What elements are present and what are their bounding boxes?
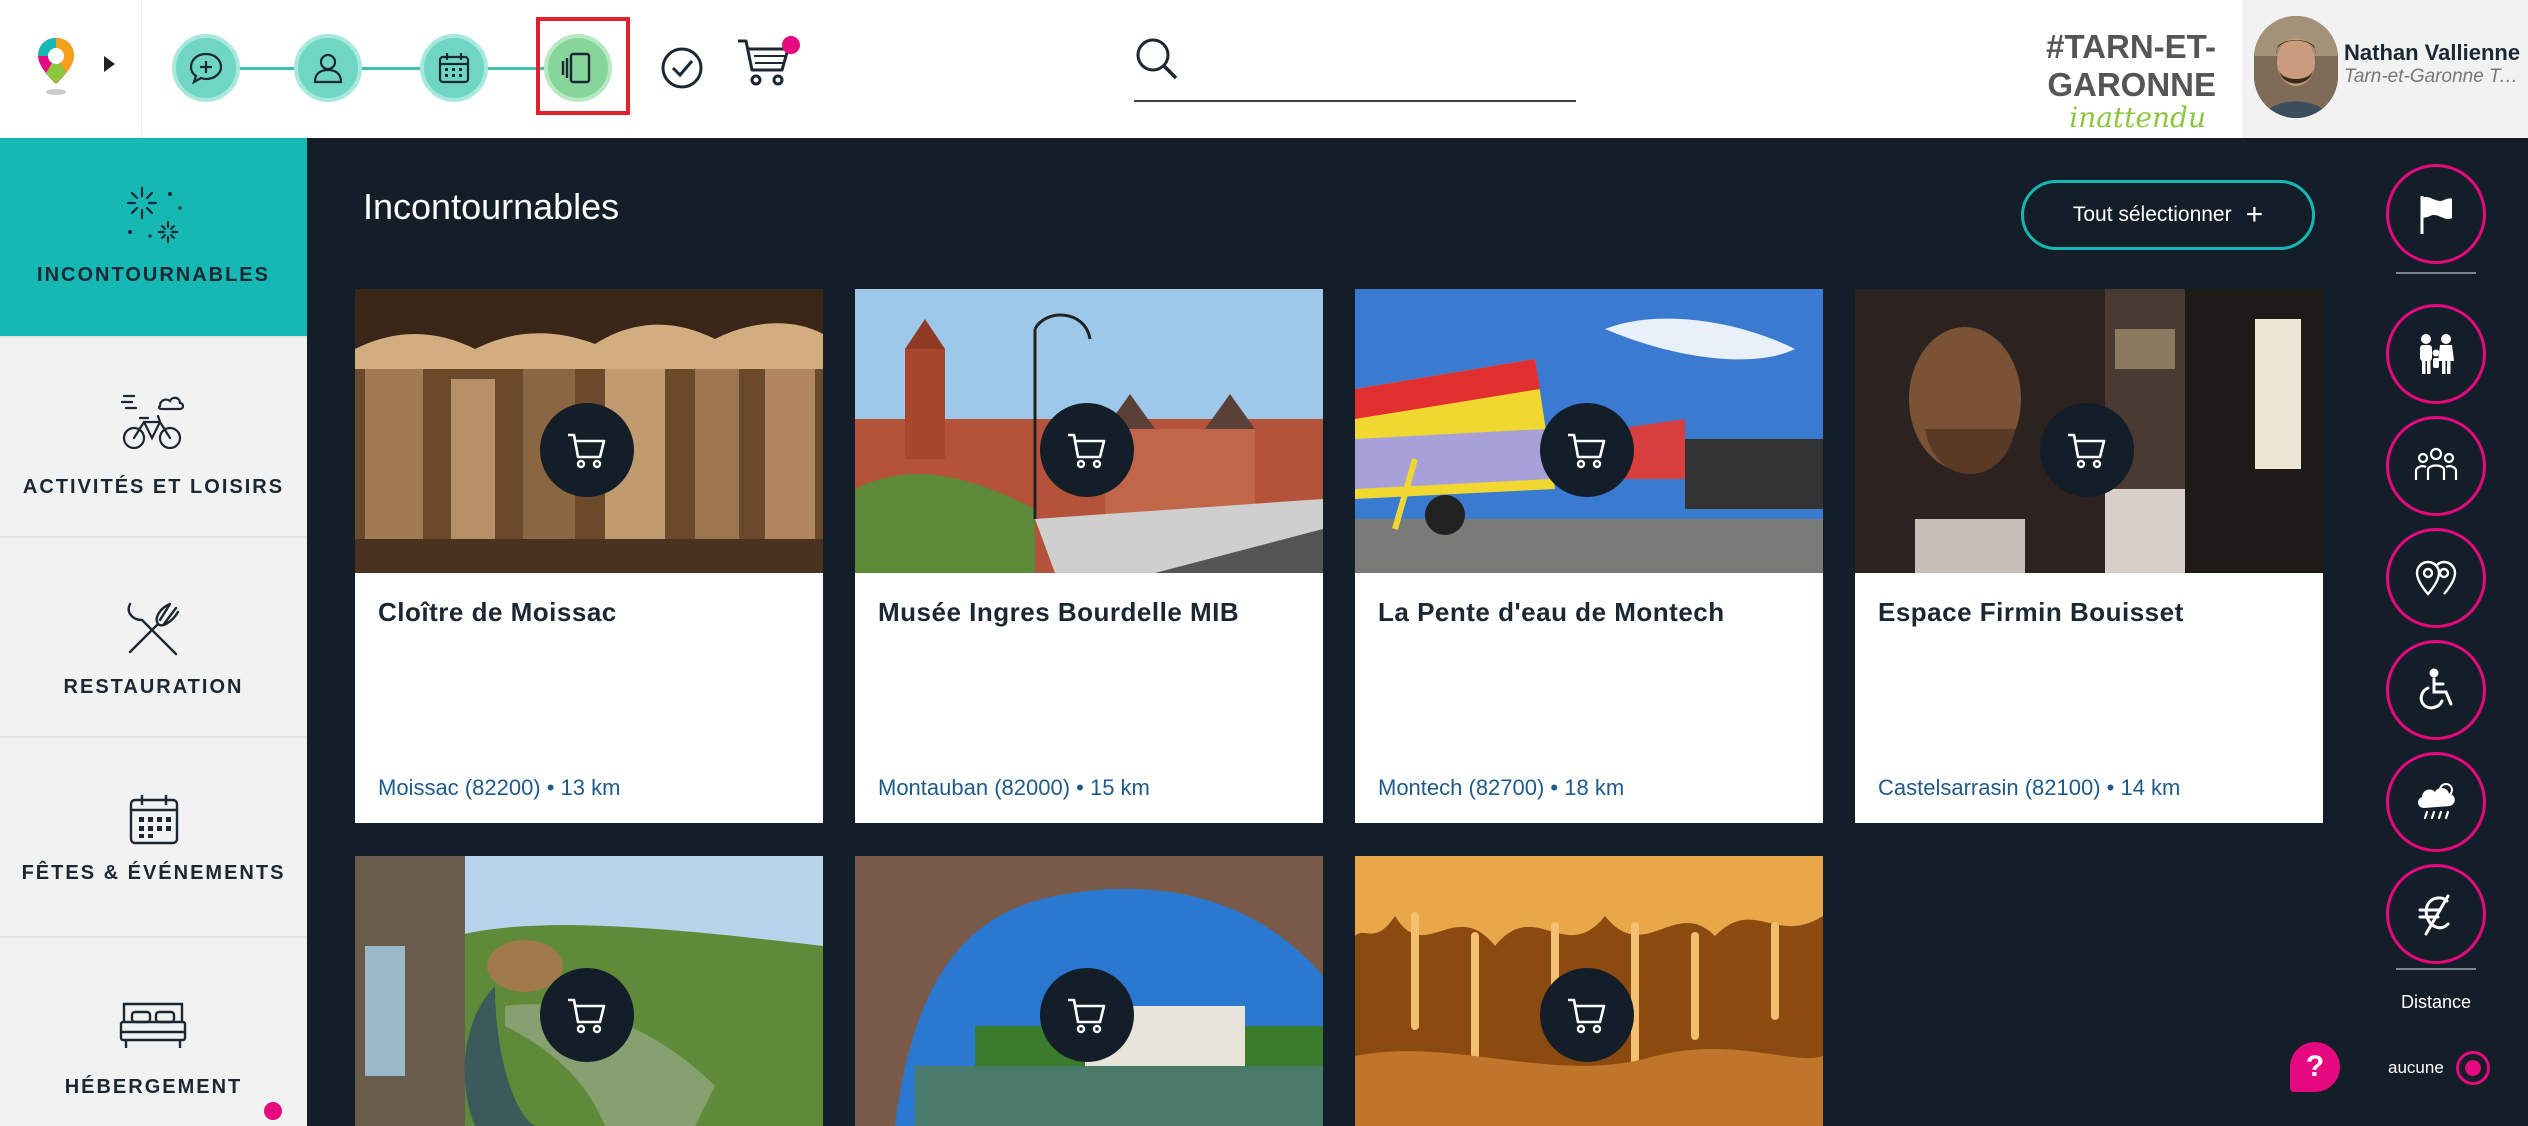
add-to-cart-button[interactable] — [1540, 968, 1634, 1062]
notification-dot — [264, 1102, 282, 1120]
group-icon — [2414, 447, 2458, 480]
select-all-button[interactable]: Tout sélectionner + — [2021, 180, 2315, 250]
poi-card[interactable]: Cloître de Moissac Moissac (82200) • 13 … — [355, 289, 823, 823]
poi-card[interactable]: La Pente d'eau de Montech Montech (82700… — [1355, 289, 1823, 823]
family-icon — [2420, 334, 2454, 374]
help-button[interactable]: ? — [2290, 1042, 2340, 1092]
sidebar-item-fetes[interactable]: FÊTES & ÉVÉNEMENTS — [0, 738, 307, 938]
add-to-cart-button[interactable] — [1540, 403, 1634, 497]
brand-logo: #TARN-ET-GARONNE inattendu — [1908, 28, 2216, 132]
cart-icon — [568, 998, 606, 1034]
distance-option-label: aucune — [2388, 1058, 2444, 1077]
brand-title: #TARN-ET-GARONNE — [2046, 28, 2216, 103]
no-euro-icon — [2418, 894, 2450, 936]
sidebar-item-activites[interactable]: ACTIVITÉS ET LOISIRS — [0, 338, 307, 538]
poi-location: Moissac (82200) • 13 km — [378, 775, 621, 800]
sidebar-item-label: INCONTOURNABLES — [37, 264, 270, 286]
logo-menu[interactable] — [0, 0, 142, 138]
expand-caret-icon[interactable] — [104, 56, 115, 72]
divider — [2396, 272, 2476, 274]
sidebar-item-label: ACTIVITÉS ET LOISIRS — [22, 476, 285, 498]
fork-knife-icon — [127, 602, 180, 656]
poi-location: Montauban (82000) • 15 km — [878, 775, 1150, 800]
poi-title: Cloître de Moissac — [378, 597, 617, 627]
user-name: Nathan Vallienne — [2344, 40, 2521, 65]
poi-card[interactable] — [355, 856, 823, 1126]
weather-icon — [2418, 783, 2455, 820]
calendar-icon — [438, 53, 470, 84]
section-title: Incontournables — [363, 186, 620, 227]
search-input[interactable] — [1198, 42, 1568, 90]
plus-icon: + — [2245, 198, 2264, 231]
radio-selected-dot — [2465, 1060, 2481, 1076]
filter-price[interactable] — [2386, 864, 2486, 964]
cart-icon — [1568, 998, 1606, 1034]
poi-card[interactable]: Espace Firmin Bouisset Castelsarrasin (8… — [1855, 289, 2323, 823]
sidebar-item-label: RESTAURATION — [63, 676, 244, 698]
search-icon[interactable] — [1134, 36, 1180, 82]
cart-icon — [568, 433, 606, 469]
calendar-icon — [129, 795, 179, 845]
cart-icon — [1068, 998, 1106, 1034]
step-chat[interactable] — [172, 34, 240, 102]
cart-notification-dot — [782, 36, 800, 54]
places-icon — [2415, 560, 2457, 596]
poi-card[interactable] — [855, 856, 1323, 1126]
main-content: Incontournables Tout sélectionner + Cloî… — [307, 138, 2370, 1126]
fireworks-icon — [126, 186, 182, 244]
wheelchair-icon — [2419, 668, 2453, 710]
cart-icon — [1068, 433, 1106, 469]
top-bar: #TARN-ET-GARONNE inattendu Nathan Vallie… — [0, 0, 2528, 138]
poi-location: Castelsarrasin (82100) • 14 km — [1878, 775, 2181, 800]
sidebar-item-label: HÉBERGEMENT — [64, 1076, 243, 1098]
filter-family[interactable] — [2386, 304, 2486, 404]
filter-weather[interactable] — [2386, 752, 2486, 852]
bicycle-icon — [120, 394, 185, 450]
bed-icon — [119, 1002, 187, 1048]
sidebar-item-restauration[interactable]: RESTAURATION — [0, 538, 307, 738]
sidebar-item-hebergement[interactable]: HÉBERGEMENT — [0, 938, 307, 1126]
poi-title: Musée Ingres Bourdelle MIB — [878, 597, 1240, 627]
poi-title: La Pente d'eau de Montech — [1378, 597, 1725, 627]
logo-pin-icon — [38, 38, 74, 95]
select-all-label: Tout sélectionner — [2072, 203, 2232, 226]
filter-flag[interactable] — [2386, 164, 2486, 264]
poi-card[interactable]: Musée Ingres Bourdelle MIB Montauban (82… — [855, 289, 1323, 823]
sidebar-item-incontournables[interactable]: INCONTOURNABLES — [0, 138, 307, 338]
add-to-cart-button[interactable] — [1040, 403, 1134, 497]
filter-places[interactable] — [2386, 528, 2486, 628]
filter-group[interactable] — [2386, 416, 2486, 516]
poi-card[interactable] — [1355, 856, 1823, 1126]
cart-icon — [2068, 433, 2106, 469]
user-organization: Tarn-et-Garonne Tourisme — [2344, 66, 2528, 87]
poi-location: Montech (82700) • 18 km — [1378, 775, 1625, 800]
distance-radio[interactable] — [2456, 1051, 2490, 1085]
stepper-line — [208, 67, 588, 70]
category-sidebar: INCONTOURNABLES ACTIVITÉS ET LOISIRS RES… — [0, 138, 307, 1126]
brand-tagline: inattendu — [2069, 101, 2206, 134]
add-to-cart-button[interactable] — [1040, 968, 1134, 1062]
divider — [2396, 968, 2476, 970]
add-to-cart-button[interactable] — [540, 968, 634, 1062]
user-profile[interactable]: Nathan Vallienne Tarn-et-Garonne Tourism… — [2242, 0, 2528, 138]
step-dates[interactable] — [420, 34, 488, 102]
add-to-cart-button[interactable] — [2040, 403, 2134, 497]
search-bar — [1134, 34, 1576, 102]
cart-icon — [1568, 433, 1606, 469]
active-step-highlight — [536, 17, 630, 115]
poi-title: Espace Firmin Bouisset — [1878, 597, 2184, 627]
step-profile[interactable] — [294, 34, 362, 102]
chat-icon — [189, 52, 223, 85]
check-circle-icon[interactable] — [660, 46, 704, 90]
avatar[interactable] — [2254, 16, 2338, 118]
user-icon — [313, 53, 343, 84]
filter-rail: Distance aucune — [2370, 138, 2528, 1126]
add-to-cart-button[interactable] — [540, 403, 634, 497]
filter-accessibility[interactable] — [2386, 640, 2486, 740]
distance-label: Distance — [2400, 992, 2472, 1012]
sidebar-item-label: FÊTES & ÉVÉNEMENTS — [21, 862, 286, 884]
flag-icon — [2420, 196, 2452, 234]
